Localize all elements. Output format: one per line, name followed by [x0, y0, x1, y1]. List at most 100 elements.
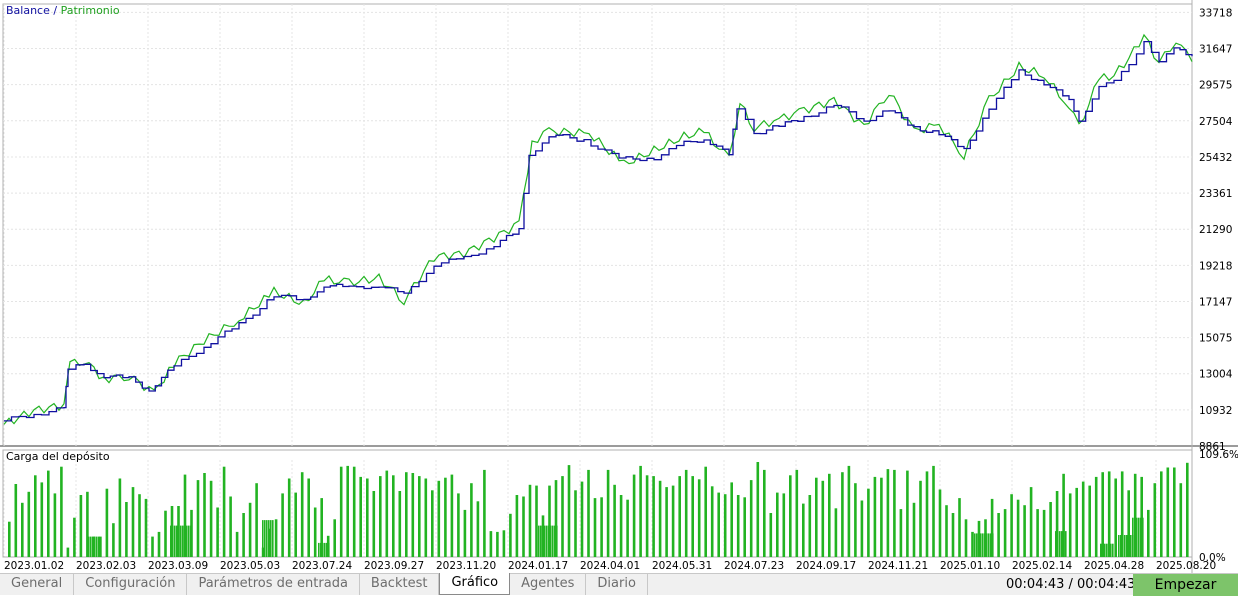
load-bar	[600, 497, 603, 557]
load-bar	[580, 481, 584, 557]
load-bar	[27, 491, 31, 557]
load-bar	[671, 485, 675, 557]
y-tick-label: 17147	[1199, 296, 1232, 308]
load-bar	[444, 477, 447, 557]
load-bar	[606, 469, 610, 557]
tab-diario[interactable]: Diario	[586, 574, 648, 595]
load-bar	[431, 490, 434, 557]
load-bar	[79, 495, 83, 557]
load-bar	[932, 465, 935, 557]
load-bar	[339, 466, 343, 557]
load-bar	[73, 517, 76, 557]
load-bar	[1075, 487, 1078, 557]
load-bar	[626, 499, 629, 557]
load-bar	[678, 476, 681, 557]
x-tick-label: 2024.07.23	[724, 560, 784, 572]
load-bar	[567, 465, 571, 557]
load-bar	[53, 493, 57, 557]
load-bar-cluster	[976, 533, 978, 557]
load-bar-cluster	[1108, 543, 1110, 557]
load-bar	[405, 472, 408, 557]
load-bar-cluster	[1065, 531, 1067, 557]
load-bar	[496, 531, 499, 557]
load-bar	[385, 470, 389, 557]
tab-grafico[interactable]: Gráfico	[439, 573, 511, 595]
load-bar	[255, 483, 258, 557]
load-bar-cluster	[1110, 543, 1112, 557]
load-bar	[782, 493, 786, 557]
load-bar	[216, 507, 219, 557]
load-bar	[899, 509, 903, 557]
y-tick-label: 23361	[1199, 188, 1232, 200]
load-bar	[795, 469, 799, 557]
load-bar-cluster	[548, 525, 550, 557]
load-bar	[437, 480, 441, 557]
load-bar-cluster	[1059, 531, 1061, 557]
load-bar	[424, 478, 428, 557]
load-bar	[1081, 481, 1085, 557]
load-bar	[860, 500, 864, 557]
load-bar	[235, 531, 239, 557]
load-bar	[593, 498, 597, 557]
load-bar-cluster	[542, 525, 544, 557]
load-bar	[515, 495, 519, 557]
load-bar	[242, 513, 245, 557]
load-bar-cluster	[180, 525, 182, 557]
deposit-load-title: Carga del depósito	[6, 450, 110, 463]
load-bar	[951, 513, 955, 557]
load-bar	[14, 484, 18, 557]
chart-canvas: 33718 31647 29575 27504 25432 23361 21290 19218…	[0, 0, 1238, 573]
load-bar	[971, 531, 974, 557]
tab-parametros-entrada[interactable]: Parámetros de entrada	[187, 574, 360, 595]
load-bar	[1173, 467, 1176, 557]
x-tick-label: 2023.09.27	[364, 560, 424, 572]
load-bar-cluster	[550, 525, 552, 557]
load-bar	[457, 493, 460, 557]
load-bar	[229, 496, 232, 557]
load-bar	[1049, 502, 1052, 557]
equity-line	[3, 33, 1193, 425]
load-bar	[66, 547, 70, 557]
load-bar	[743, 497, 746, 557]
load-bar-cluster	[176, 525, 178, 557]
load-bar	[307, 478, 310, 557]
tab-general[interactable]: General	[0, 574, 75, 595]
load-bar-cluster	[982, 533, 984, 557]
load-bar-cluster	[182, 525, 184, 557]
load-bar	[1166, 467, 1170, 557]
load-bar-cluster	[96, 536, 98, 557]
load-bar	[828, 473, 831, 557]
load-bar	[47, 470, 50, 557]
load-bar	[958, 498, 961, 557]
tab-backtest[interactable]: Backtest	[360, 574, 440, 595]
tab-agentes[interactable]: Agentes	[510, 574, 587, 595]
x-tick-label: 2025.02.14	[1012, 560, 1072, 572]
load-bar	[1153, 483, 1157, 557]
tab-configuracion[interactable]: Configuración	[74, 574, 188, 595]
load-bar-cluster	[186, 525, 188, 557]
load-bar	[1036, 509, 1039, 557]
x-tick-label: 2024.01.17	[508, 560, 568, 572]
load-bar	[665, 487, 668, 557]
load-bar-cluster	[88, 536, 90, 557]
load-bar	[769, 513, 773, 557]
x-tick-label: 2023.01.02	[4, 560, 64, 572]
load-bar	[287, 478, 291, 557]
load-bar	[730, 482, 733, 557]
load-bar-cluster	[90, 536, 92, 557]
load-bar	[802, 503, 805, 557]
y-tick-label: 10932	[1199, 405, 1232, 417]
start-button[interactable]: Empezar	[1133, 574, 1238, 596]
load-bar	[151, 536, 154, 557]
load-bar-cluster	[556, 525, 558, 557]
load-bar-cluster	[990, 533, 992, 557]
y-tick-label: 15075	[1199, 333, 1232, 345]
load-bar	[164, 510, 167, 557]
load-bar	[366, 478, 369, 557]
load-bar-cluster	[1124, 535, 1126, 557]
legend-equity: Patrimonio	[60, 4, 120, 17]
load-bar-cluster	[174, 525, 176, 557]
y-tick-label: 19218	[1199, 260, 1232, 272]
load-bar	[40, 482, 44, 557]
load-bar	[300, 472, 304, 557]
